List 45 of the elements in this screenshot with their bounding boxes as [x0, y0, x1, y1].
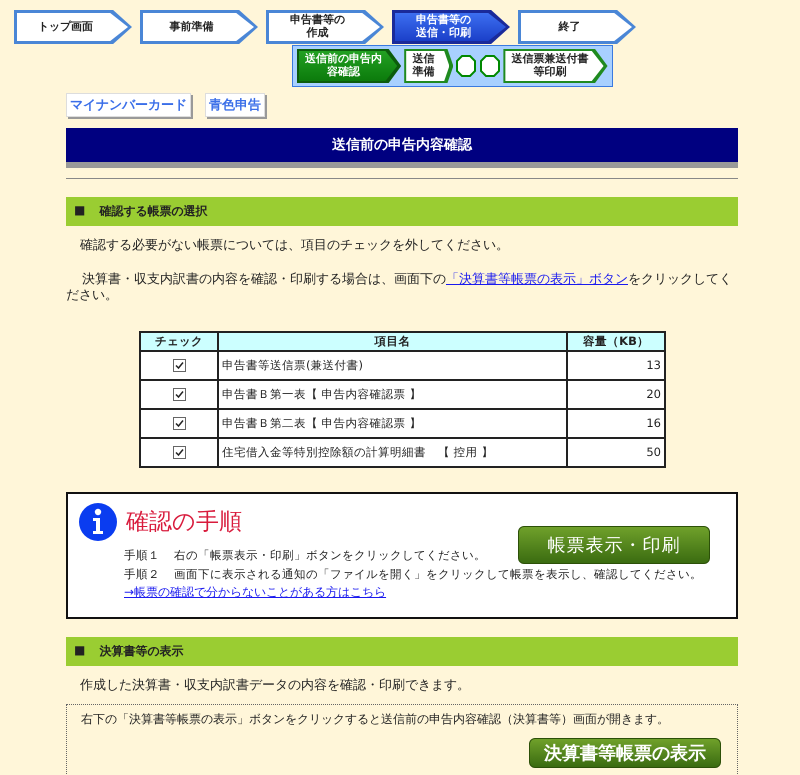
procedure-title: 確認の手順 — [126, 508, 242, 537]
step-text: 画面下に表示される通知の「ファイルを開く」をクリックして帳票を表示し、確認してください。 — [174, 566, 702, 582]
table-cell: 住宅借入金等特別控除額の計算明細書 【 控用 】 — [218, 438, 567, 466]
square-bullet: ■ — [74, 642, 86, 658]
step-label: 手順１ — [124, 548, 160, 562]
page-title: 送信前の申告内容確認 — [66, 128, 738, 162]
category-tag: マイナンバーカード — [66, 93, 191, 117]
column-header: 項目名 — [218, 332, 567, 350]
step-label: 手順２ — [124, 566, 160, 582]
checkbox[interactable] — [172, 446, 186, 460]
step-tab[interactable]: トップ画面 — [14, 10, 132, 44]
substep-tab[interactable]: 送信準備 — [404, 49, 454, 83]
checkbox[interactable] — [172, 417, 186, 430]
substep-tab[interactable]: 送信票兼送付書等印刷 — [503, 49, 608, 83]
section-heading: 確認する帳票の選択 — [99, 203, 208, 220]
table-cell: 申告書Ｂ第一表【 申告内容確認票 】 — [218, 380, 567, 408]
help-link[interactable]: →帳票の確認で分からないことがある方はこちら — [124, 584, 386, 600]
table-cell: 13 — [567, 350, 665, 380]
checkbox[interactable] — [172, 359, 186, 372]
octagon-dots-icon — [456, 55, 500, 77]
instruction-text: 確認する必要がない帳票については、項目のチェックを外してください。 — [79, 237, 510, 254]
instruction-text: 決算書・収支内訳書の内容を確認・印刷する場合は、画面下の「決算書等帳票の表示」ボタンをクリックしてください。 — [66, 272, 733, 304]
info-icon — [78, 502, 118, 542]
square-bullet: ■ — [74, 203, 86, 219]
step-tab[interactable]: 申告書等の作成 — [266, 10, 384, 44]
table-cell: 16 — [567, 408, 665, 438]
description-text: 右下の「決算書等帳票の表示」ボタンをクリックすると送信前の申告内容確認（決算書等）画面が開きます。 — [81, 710, 670, 728]
column-header: チェック — [140, 332, 218, 350]
category-tag: 青色申告 — [205, 93, 265, 117]
substep-tab[interactable]: 送信前の申告内容確認 — [297, 49, 402, 83]
table-cell: 申告書Ｂ第二表【 申告内容確認票 】 — [218, 408, 567, 438]
link[interactable]: 「決算書等帳票の表示」ボタン — [446, 272, 628, 287]
table-cell: 申告書等送信票(兼送付書) — [218, 350, 567, 380]
step-tab[interactable]: 申告書等の送信・印刷 — [392, 10, 510, 44]
section-heading: 決算書等の表示 — [99, 642, 184, 660]
description-text: 作成した決算書・収支内訳書データの内容を確認・印刷できます。 — [79, 676, 471, 694]
show-statements-button[interactable]: 決算書等帳票の表示 — [529, 738, 721, 768]
column-header: 容量（KB） — [567, 332, 665, 350]
checkbox[interactable] — [172, 388, 186, 402]
step-tab[interactable]: 終了 — [518, 10, 636, 44]
table-cell: 20 — [567, 380, 665, 408]
step-text: 右の「帳票表示・印刷」ボタンをクリックしてください。 — [174, 548, 486, 562]
step-tab[interactable]: 事前準備 — [140, 10, 258, 44]
table-cell: 50 — [567, 438, 665, 466]
print-button[interactable]: 帳票表示・印刷 — [518, 526, 710, 564]
